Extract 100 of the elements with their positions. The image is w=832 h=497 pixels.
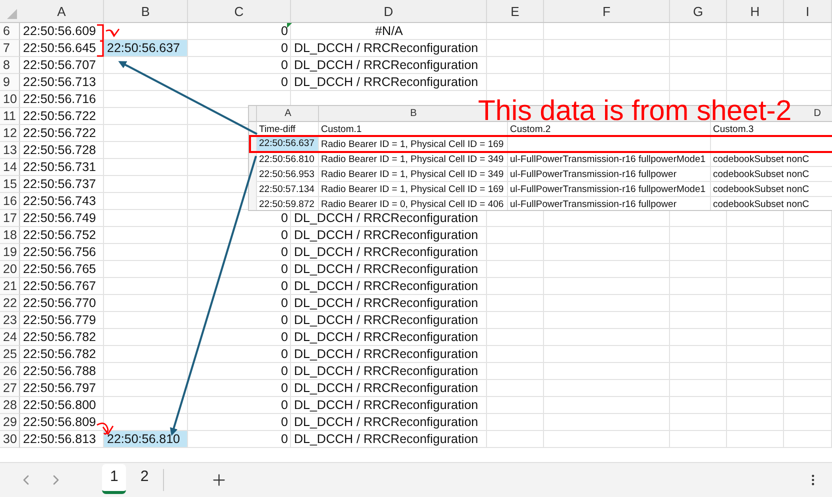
curved-arrow-drawing: [96, 422, 114, 435]
table-cell-text: 22:50:56.953: [258, 168, 316, 180]
row-number: 27: [0, 380, 20, 397]
column-header[interactable]: G: [670, 0, 727, 22]
row-number: 10: [0, 91, 20, 108]
table-cell-text: 0: [280, 57, 289, 74]
table-cell-text: 22:50:56.645: [22, 40, 96, 57]
row-number: 13: [0, 142, 20, 159]
table-cell-text: 22:50:56.756: [22, 244, 96, 261]
column-header[interactable]: A: [20, 0, 104, 22]
table-cell-text: 22:50:56.609: [22, 23, 96, 40]
table-cell-text: 0: [280, 244, 289, 261]
table-cell-text: Radio Bearer ID = 1, Physical Cell ID = 349: [320, 168, 505, 180]
table-cell-text: 0: [280, 397, 289, 414]
table-cell-text: DL_DCCH / RRCReconfiguration: [293, 312, 480, 329]
row-number: 29: [0, 414, 20, 431]
select-all-icon[interactable]: [7, 9, 17, 19]
table-cell-text: 22:50:56.707: [22, 57, 96, 74]
curved-arrow-drawing: [105, 28, 120, 37]
row-number: 12: [0, 125, 20, 142]
table-cell-text: 22:50:56.767: [22, 278, 96, 295]
annotation-text: This data is from sheet-2: [478, 99, 792, 123]
table-cell-text: codebookSubset nonC: [712, 198, 810, 210]
row-number: 17: [0, 210, 20, 227]
column-header[interactable]: I: [784, 0, 832, 22]
column-header[interactable]: B: [104, 0, 188, 22]
table-cell-text: Custom.1: [320, 124, 363, 136]
table-cell-text: codebookSubset nonC: [712, 168, 810, 180]
table-cell-text: #N/A: [374, 23, 404, 40]
column-header[interactable]: C: [188, 0, 291, 22]
table-cell-text: DL_DCCH / RRCReconfiguration: [293, 261, 480, 278]
table-cell-text: Time-diff: [258, 124, 296, 136]
sheet-tab[interactable]: 1: [102, 464, 126, 494]
table-cell-text: 22:50:56.728: [22, 142, 96, 159]
table-cell-text: 0: [280, 346, 289, 363]
row-number: 7: [0, 40, 20, 57]
table-cell-text: DL_DCCH / RRCReconfiguration: [293, 346, 480, 363]
table-cell-text: DL_DCCH / RRCReconfiguration: [293, 227, 480, 244]
table-cell-text: Radio Bearer ID = 1, Physical Cell ID = 169: [320, 184, 505, 196]
table-cell-text: 0: [280, 210, 289, 227]
sheet-tab[interactable]: 2: [132, 464, 157, 494]
row-number: 23: [0, 312, 20, 329]
table-cell: 22:50:56.637: [257, 137, 318, 151]
table-cell-text: 22:50:56.722: [22, 125, 96, 142]
table-cell-text: 0: [280, 261, 289, 278]
table-cell-text: DL_DCCH / RRCReconfiguration: [293, 414, 480, 431]
table-cell-text: 22:50:56.716: [22, 91, 96, 108]
row-number: 19: [0, 244, 20, 261]
table-cell-text: 22:50:56.765: [22, 261, 96, 278]
table-cell-text: 22:50:56.788: [22, 363, 96, 380]
table-cell-text: DL_DCCH / RRCReconfiguration: [293, 363, 480, 380]
table-cell-text: 22:50:56.809: [22, 414, 96, 431]
table-cell-text: DL_DCCH / RRCReconfiguration: [293, 431, 480, 448]
table-cell-text: DL_DCCH / RRCReconfiguration: [293, 40, 480, 57]
table-cell-text: DL_DCCH / RRCReconfiguration: [293, 74, 480, 91]
table-cell-text: 22:50:56.737: [22, 176, 96, 193]
bracket-drawing: [96, 24, 104, 57]
table-cell-text: DL_DCCH / RRCReconfiguration: [293, 210, 480, 227]
table-cell-text: 22:50:56.770: [22, 295, 96, 312]
table-cell-text: DL_DCCH / RRCReconfiguration: [293, 57, 480, 74]
table-cell-text: 0: [280, 380, 289, 397]
table-cell-text: ul-FullPowerTransmission-r16 fullpowerMode1: [509, 184, 707, 196]
table-cell-text: 0: [280, 414, 289, 431]
row-number: 25: [0, 346, 20, 363]
table-cell-text: Custom.3: [712, 124, 755, 136]
row-number: 24: [0, 329, 20, 346]
table-cell-text: 22:50:56.749: [22, 210, 96, 227]
row-number: 28: [0, 397, 20, 414]
table-cell-text: 0: [280, 278, 289, 295]
table-cell-text: 0: [280, 227, 289, 244]
column-header[interactable]: E: [487, 0, 544, 22]
row-number: 22: [0, 295, 20, 312]
table-cell-text: DL_DCCH / RRCReconfiguration: [293, 295, 480, 312]
table-cell-text: 22:50:56.779: [22, 312, 96, 329]
column-header[interactable]: D: [291, 0, 487, 22]
table-cell-text: DL_DCCH / RRCReconfiguration: [293, 329, 480, 346]
table-cell-text: 0: [280, 295, 289, 312]
table-cell-text: 0: [280, 74, 289, 91]
row-number: 11: [0, 108, 20, 125]
table-cell-text: 22:50:56.797: [22, 380, 96, 397]
table-cell-text: 22:50:56.782: [22, 346, 96, 363]
table-cell-text: codebookSubset nonC: [712, 184, 810, 196]
table-cell-text: 0: [280, 40, 289, 57]
column-header[interactable]: F: [544, 0, 670, 22]
table-cell-text: DL_DCCH / RRCReconfiguration: [293, 278, 480, 295]
row-number: 16: [0, 193, 20, 210]
row-number: 14: [0, 159, 20, 176]
table-cell-text: 22:50:57.134: [258, 184, 316, 196]
table-cell-text: 0: [280, 363, 289, 380]
table-cell-text: 22:50:56.743: [22, 193, 96, 210]
table-cell-text: DL_DCCH / RRCReconfiguration: [293, 380, 480, 397]
row-number: 9: [0, 74, 20, 91]
table-cell-text: 22:50:56.752: [22, 227, 96, 244]
table-cell: 22:50:56.637: [104, 40, 187, 56]
column-header[interactable]: H: [727, 0, 784, 22]
column-header: A: [284, 107, 292, 121]
row-number: 21: [0, 278, 20, 295]
column-header: D: [814, 107, 821, 121]
row-number: 30: [0, 431, 20, 448]
table-cell-text: 0: [280, 329, 289, 346]
